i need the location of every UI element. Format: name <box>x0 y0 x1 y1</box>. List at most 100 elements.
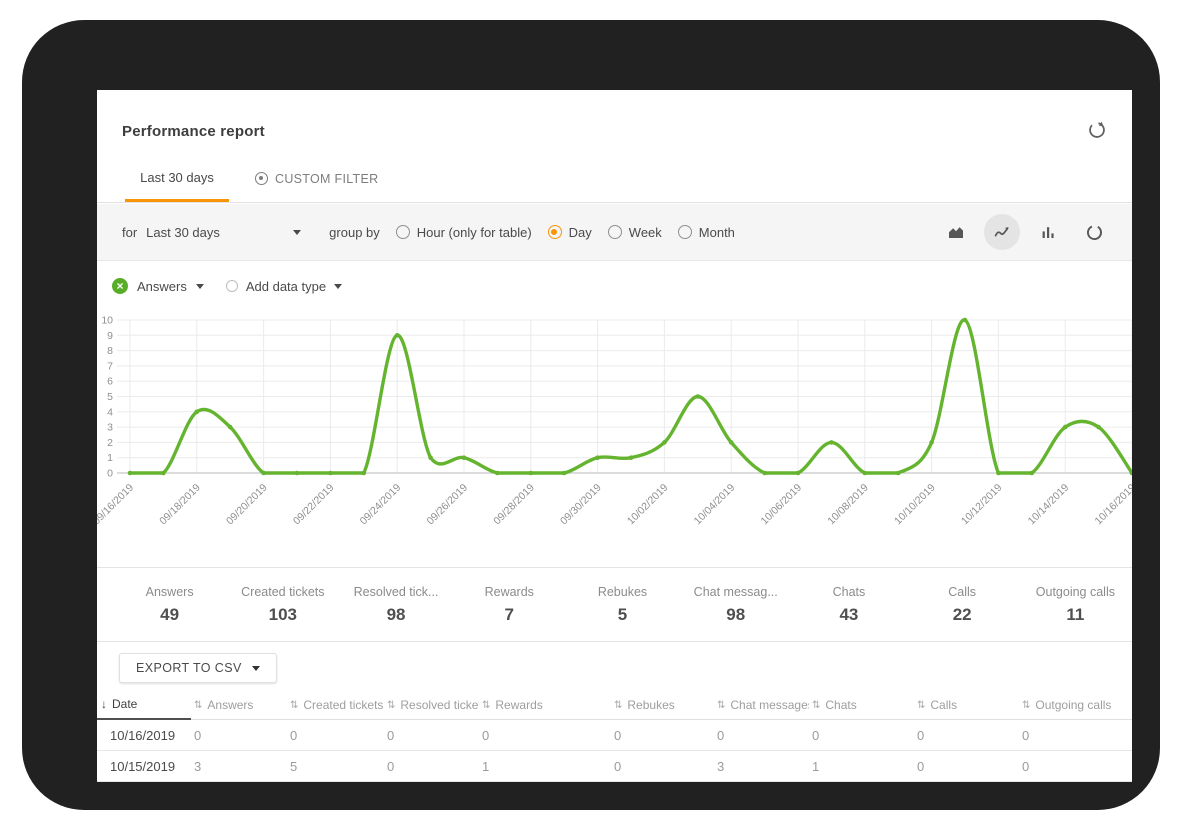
cell-value: 0 <box>1019 759 1132 774</box>
cell-value: 0 <box>914 759 1019 774</box>
stat-label: Rebukes <box>566 585 679 599</box>
refresh-button[interactable] <box>1084 118 1110 144</box>
column-header-label: Answers <box>207 698 253 712</box>
column-header-label: Date <box>112 697 137 711</box>
export-label: EXPORT TO CSV <box>136 661 242 675</box>
column-header-chats[interactable]: ⇅Chats <box>809 690 914 720</box>
svg-text:10/16/2019: 10/16/2019 <box>1092 482 1132 528</box>
stat-label: Chat messag... <box>679 585 792 599</box>
stats-row: Answers49Created tickets103Resolved tick… <box>97 567 1132 642</box>
target-circle-icon <box>255 172 268 185</box>
for-label: for <box>122 225 137 240</box>
svg-text:3: 3 <box>107 422 113 434</box>
tab-label: Last 30 days <box>140 170 214 185</box>
bar-chart-button[interactable] <box>1030 214 1066 250</box>
line-chart-button[interactable] <box>984 214 1020 250</box>
column-header-calls[interactable]: ⇅Calls <box>914 690 1019 720</box>
column-header-date[interactable]: ↓Date <box>97 690 191 720</box>
sort-icon: ⇅ <box>194 700 202 711</box>
radio-option-month[interactable]: Month <box>678 225 735 240</box>
column-header-resolved-tickets[interactable]: ⇅Resolved tickets <box>384 690 479 720</box>
stat-label: Calls <box>906 585 1019 599</box>
sort-icon: ⇅ <box>917 700 925 711</box>
svg-text:10/04/2019: 10/04/2019 <box>692 482 738 528</box>
table-header-row: ↓Date⇅Answers⇅Created tickets⇅Resolved t… <box>97 690 1132 720</box>
radio-option-week[interactable]: Week <box>608 225 662 240</box>
svg-text:09/28/2019: 09/28/2019 <box>491 482 537 528</box>
cell-value: 0 <box>714 728 809 743</box>
stat-card[interactable]: Rebukes5 <box>566 585 679 625</box>
svg-text:10/14/2019: 10/14/2019 <box>1026 482 1072 528</box>
svg-text:09/18/2019: 09/18/2019 <box>157 482 203 528</box>
column-header-rewards[interactable]: ⇅Rewards <box>479 690 611 720</box>
svg-text:09/16/2019: 09/16/2019 <box>97 482 136 528</box>
cell-value: 5 <box>287 759 384 774</box>
cell-value: 3 <box>714 759 809 774</box>
svg-text:9: 9 <box>107 330 113 342</box>
sort-icon: ⇅ <box>290 700 298 711</box>
radio-option-hour[interactable]: Hour (only for table) <box>396 225 532 240</box>
stat-card[interactable]: Rewards 7 <box>453 585 566 625</box>
group-by-label: group by <box>329 225 380 240</box>
table-row[interactable]: 10/16/2019000000000 <box>97 720 1132 751</box>
svg-text:1: 1 <box>107 452 113 464</box>
export-row: EXPORT TO CSV <box>97 642 1132 694</box>
column-header-label: Chats <box>825 698 856 712</box>
radio-option-day[interactable]: Day <box>548 225 592 240</box>
tab-custom-filter[interactable]: CUSTOM FILTER <box>245 155 388 202</box>
stat-card[interactable]: Chats43 <box>792 585 905 625</box>
column-header-created-tickets[interactable]: ⇅ Created tickets <box>287 690 384 720</box>
stat-card[interactable]: Chat messag...98 <box>679 585 792 625</box>
range-select[interactable]: Last 30 days <box>146 225 301 240</box>
area-chart-button[interactable] <box>938 214 974 250</box>
stat-label: Rewards <box>453 585 566 599</box>
cell-value: 0 <box>384 759 479 774</box>
column-header-outgoing-calls[interactable]: ⇅Outgoing calls <box>1019 690 1132 720</box>
area-chart-icon <box>947 223 965 241</box>
radio-icon <box>678 225 692 239</box>
stat-card[interactable]: Calls22 <box>906 585 1019 625</box>
stat-card[interactable]: Answers49 <box>113 585 226 625</box>
line-chart-svg: 01234567891009/16/201909/18/201909/20/20… <box>97 310 1132 560</box>
radio-label: Day <box>569 225 592 240</box>
cell-value: 3 <box>191 759 287 774</box>
column-header-label: Chat messages <box>730 698 809 712</box>
add-data-type[interactable]: Add data type <box>226 279 342 294</box>
stat-value: 7 <box>453 605 566 625</box>
column-header-label: Outgoing calls <box>1035 698 1111 712</box>
svg-text:2: 2 <box>107 437 113 449</box>
stat-card[interactable]: Created tickets103 <box>226 585 339 625</box>
stat-label: Answers <box>113 585 226 599</box>
filter-toolbar: for Last 30 days group by Hour (only for… <box>97 204 1132 261</box>
stat-value: 98 <box>339 605 452 625</box>
empty-circle-icon <box>226 280 238 292</box>
stat-value: 11 <box>1019 605 1132 625</box>
column-header-label: Created tickets <box>303 698 383 712</box>
cell-value: 1 <box>479 759 611 774</box>
tab-last-30-days[interactable]: Last 30 days <box>125 155 229 202</box>
stat-card[interactable]: Resolved tick...98 <box>339 585 452 625</box>
remove-series-icon[interactable]: × <box>112 278 128 294</box>
export-to-csv-button[interactable]: EXPORT TO CSV <box>119 653 277 683</box>
table-row[interactable]: 10/15/2019350103100 <box>97 751 1132 782</box>
stat-label: Chats <box>792 585 905 599</box>
svg-text:10/08/2019: 10/08/2019 <box>825 482 871 528</box>
performance-chart: 01234567891009/16/201909/18/201909/20/20… <box>97 310 1132 560</box>
svg-text:10/06/2019: 10/06/2019 <box>758 482 804 528</box>
sort-icon: ⇅ <box>482 700 490 711</box>
cell-value: 0 <box>809 728 914 743</box>
add-data-type-label: Add data type <box>246 279 326 294</box>
stat-label: Outgoing calls <box>1019 585 1132 599</box>
chart-type-switcher <box>938 214 1112 250</box>
svg-text:7: 7 <box>107 360 113 372</box>
series-chip-answers[interactable]: × Answers <box>112 278 204 294</box>
svg-text:09/20/2019: 09/20/2019 <box>224 482 270 528</box>
column-header-chat-messages[interactable]: ⇅Chat messages <box>714 690 809 720</box>
column-header-label: Rebukes <box>627 698 674 712</box>
column-header-rebukes[interactable]: ⇅Rebukes <box>611 690 714 720</box>
stat-card[interactable]: Outgoing calls 11 <box>1019 585 1132 625</box>
donut-refresh-button[interactable] <box>1076 214 1112 250</box>
column-header-answers[interactable]: ⇅ Answers <box>191 690 287 720</box>
column-header-label: Resolved tickets <box>400 698 479 712</box>
svg-text:8: 8 <box>107 345 113 357</box>
